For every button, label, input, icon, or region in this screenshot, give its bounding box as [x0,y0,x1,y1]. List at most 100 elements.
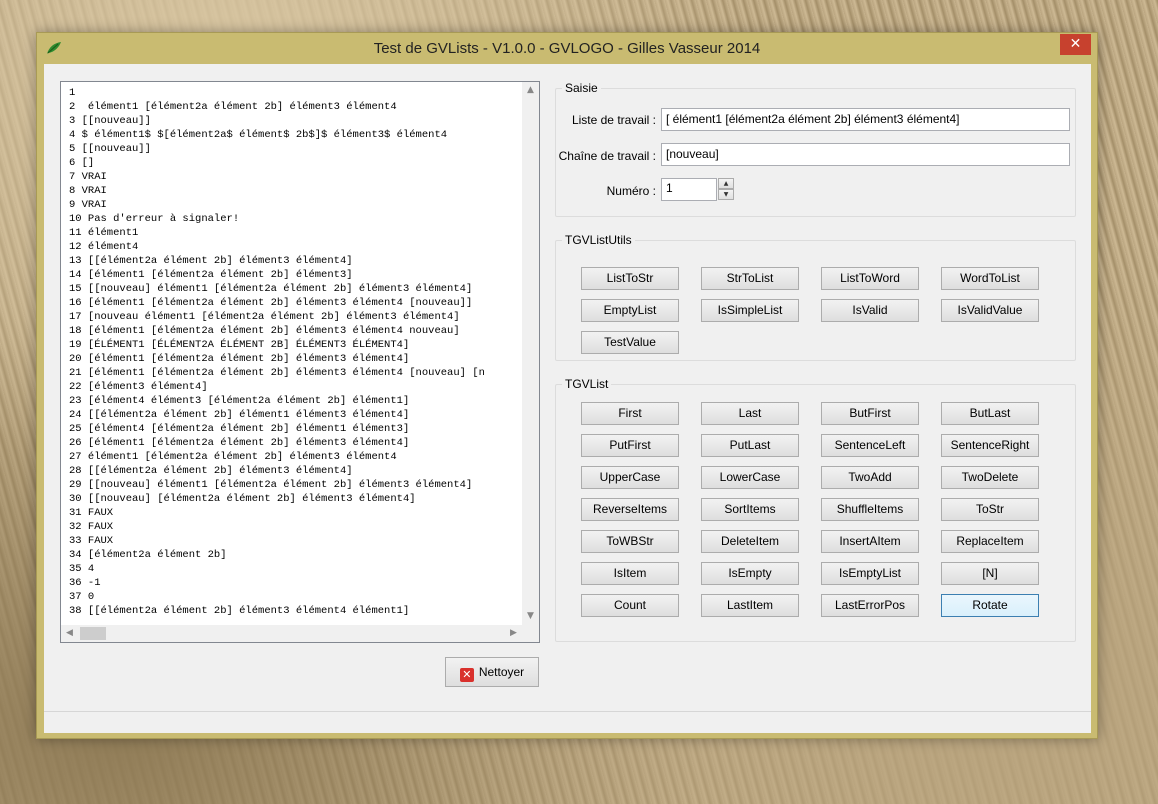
isemptylist-button[interactable]: IsEmptyList [821,562,919,585]
vertical-scrollbar[interactable]: ▲ ▼ [522,82,539,625]
memo-line: 2 élément1 [élément2a élément 2b] élémen… [69,101,397,113]
saisie-group: Saisie Liste de travail : [ élément1 [él… [555,81,1076,217]
sentenceright-button[interactable]: SentenceRight [941,434,1039,457]
lastitem-button[interactable]: LastItem [701,594,799,617]
spin-up-icon[interactable]: ▲ [718,178,734,189]
scroll-up-icon[interactable]: ▲ [522,82,539,99]
horizontal-scroll-thumb[interactable] [80,627,106,640]
clean-button-label: Nettoyer [478,665,525,679]
memo-line: 1 [69,87,76,99]
saisie-group-title: Saisie [562,81,601,95]
towbstr-button[interactable]: ToWBStr [581,530,679,553]
last-button[interactable]: Last [701,402,799,425]
spin-down-icon[interactable]: ▼ [718,189,734,200]
twoadd-button[interactable]: TwoAdd [821,466,919,489]
list-group: TGVList First Last ButFirst ButLast PutFirst… [555,377,1076,642]
horizontal-scrollbar[interactable]: ◀ ▶ [61,625,539,642]
shuffleitems-button[interactable]: ShuffleItems [821,498,919,521]
memo-text: 1 2 élément1 [élément2a élément 2b] éléme… [69,86,521,618]
utils-group: TGVListUtils ListToStr StrToList ListToWor… [555,233,1076,361]
isvalid-button[interactable]: IsValid [821,299,919,322]
sortitems-button[interactable]: SortItems [701,498,799,521]
memo-line: 7 VRAI [69,171,107,183]
sentenceleft-button[interactable]: SentenceLeft [821,434,919,457]
putlast-button[interactable]: PutLast [701,434,799,457]
client-area: 1 2 élément1 [élément2a élément 2b] éléme… [44,64,1091,733]
listtostr-button[interactable]: ListToStr [581,267,679,290]
deleteitem-button[interactable]: DeleteItem [701,530,799,553]
memo-line: 21 [élément1 [élément2a élément 2b] élém… [69,367,485,379]
memo-line: 28 [[élément2a élément 2b] élément3 élém… [69,465,353,477]
memo-line: 35 4 [69,563,95,575]
memo-line: 10 Pas d'erreur à signaler! [69,213,240,225]
scroll-right-icon[interactable]: ▶ [505,625,522,642]
memo-line: 27 élément1 [élément2a élément 2b] éléme… [69,451,397,463]
isitem-button[interactable]: IsItem [581,562,679,585]
memo-line: 16 [élément1 [élément2a élément 2b] élém… [69,297,473,309]
scroll-corner [522,625,539,642]
testvalue-button[interactable]: TestValue [581,331,679,354]
memo-line: 14 [élément1 [élément2a élément 2b] élém… [69,269,353,281]
memo-line: 3 [[nouveau]] [69,115,151,127]
n-button[interactable]: [N] [941,562,1039,585]
memo-line: 9 VRAI [69,199,107,211]
memo-line: 30 [[nouveau] [élément2a élément 2b] élé… [69,493,416,505]
insertaitem-button[interactable]: InsertAItem [821,530,919,553]
memo-line: 6 [] [69,157,95,169]
memo-line: 18 [élément1 [élément2a élément 2b] élém… [69,325,460,337]
isempty-button[interactable]: IsEmpty [701,562,799,585]
utils-group-title: TGVListUtils [562,233,635,247]
scroll-down-icon[interactable]: ▼ [522,608,539,625]
butfirst-button[interactable]: ButFirst [821,402,919,425]
wordtolist-button[interactable]: WordToList [941,267,1039,290]
close-button[interactable]: ✕ [1060,34,1091,55]
chaine-label: Chaîne de travail : [558,149,656,163]
replaceitem-button[interactable]: ReplaceItem [941,530,1039,553]
emptylist-button[interactable]: EmptyList [581,299,679,322]
isvalidvalue-button[interactable]: IsValidValue [941,299,1039,322]
memo-line: 4 $ élément1$ $[élément2a$ élément$ 2b$]… [69,129,448,141]
memo-line: 32 FAUX [69,521,114,533]
memo-line: 36 -1 [69,577,101,589]
memo-line: 33 FAUX [69,535,114,547]
memo-line: 19 [ÉLÉMENT1 [ÉLÉMENT2A ÉLÉMENT 2B] ÉLÉM… [69,339,410,351]
memo-line: 29 [[nouveau] élément1 [élément2a élémen… [69,479,473,491]
tostr-button[interactable]: ToStr [941,498,1039,521]
memo-line: 8 VRAI [69,185,107,197]
twodelete-button[interactable]: TwoDelete [941,466,1039,489]
memo-line: 34 [élément2a élément 2b] [69,549,227,561]
memo-line: 38 [[élément2a élément 2b] élément3 élém… [69,605,410,617]
memo-line: 37 0 [69,591,95,603]
liste-field[interactable]: [ élément1 [élément2a élément 2b] élémen… [661,108,1070,131]
memo-line: 12 élément4 [69,241,139,253]
status-bar [44,711,1091,733]
memo-line: 23 [élément4 élément3 [élément2a élément… [69,395,410,407]
output-memo[interactable]: 1 2 élément1 [élément2a élément 2b] éléme… [60,81,540,643]
reverseitems-button[interactable]: ReverseItems [581,498,679,521]
strtolist-button[interactable]: StrToList [701,267,799,290]
numero-label: Numéro : [606,184,656,198]
list-group-title: TGVList [562,377,612,391]
delete-icon: ✕ [459,668,474,682]
first-button[interactable]: First [581,402,679,425]
memo-line: 26 [élément1 [élément2a élément 2b] élém… [69,437,410,449]
title-bar[interactable]: Test de GVLists - V1.0.0 - GVLOGO - Gill… [37,33,1097,63]
butlast-button[interactable]: ButLast [941,402,1039,425]
memo-line: 17 [nouveau élément1 [élément2a élément … [69,311,460,323]
lowercase-button[interactable]: LowerCase [701,466,799,489]
putfirst-button[interactable]: PutFirst [581,434,679,457]
count-button[interactable]: Count [581,594,679,617]
numero-field[interactable]: 1 [661,178,717,201]
memo-line: 13 [[élément2a élément 2b] élément3 élém… [69,255,353,267]
lasterrorpos-button[interactable]: LastErrorPos [821,594,919,617]
chaine-field[interactable]: [nouveau] [661,143,1070,166]
memo-line: 5 [[nouveau]] [69,143,151,155]
issimplelist-button[interactable]: IsSimpleList [701,299,799,322]
clean-button[interactable]: ✕ Nettoyer [445,657,539,687]
listtoword-button[interactable]: ListToWord [821,267,919,290]
uppercase-button[interactable]: UpperCase [581,466,679,489]
scroll-left-icon[interactable]: ◀ [61,625,78,642]
rotate-button[interactable]: Rotate [941,594,1039,617]
memo-line: 25 [élément4 [élément2a élément 2b] élém… [69,423,410,435]
memo-line: 11 élément1 [69,227,139,239]
